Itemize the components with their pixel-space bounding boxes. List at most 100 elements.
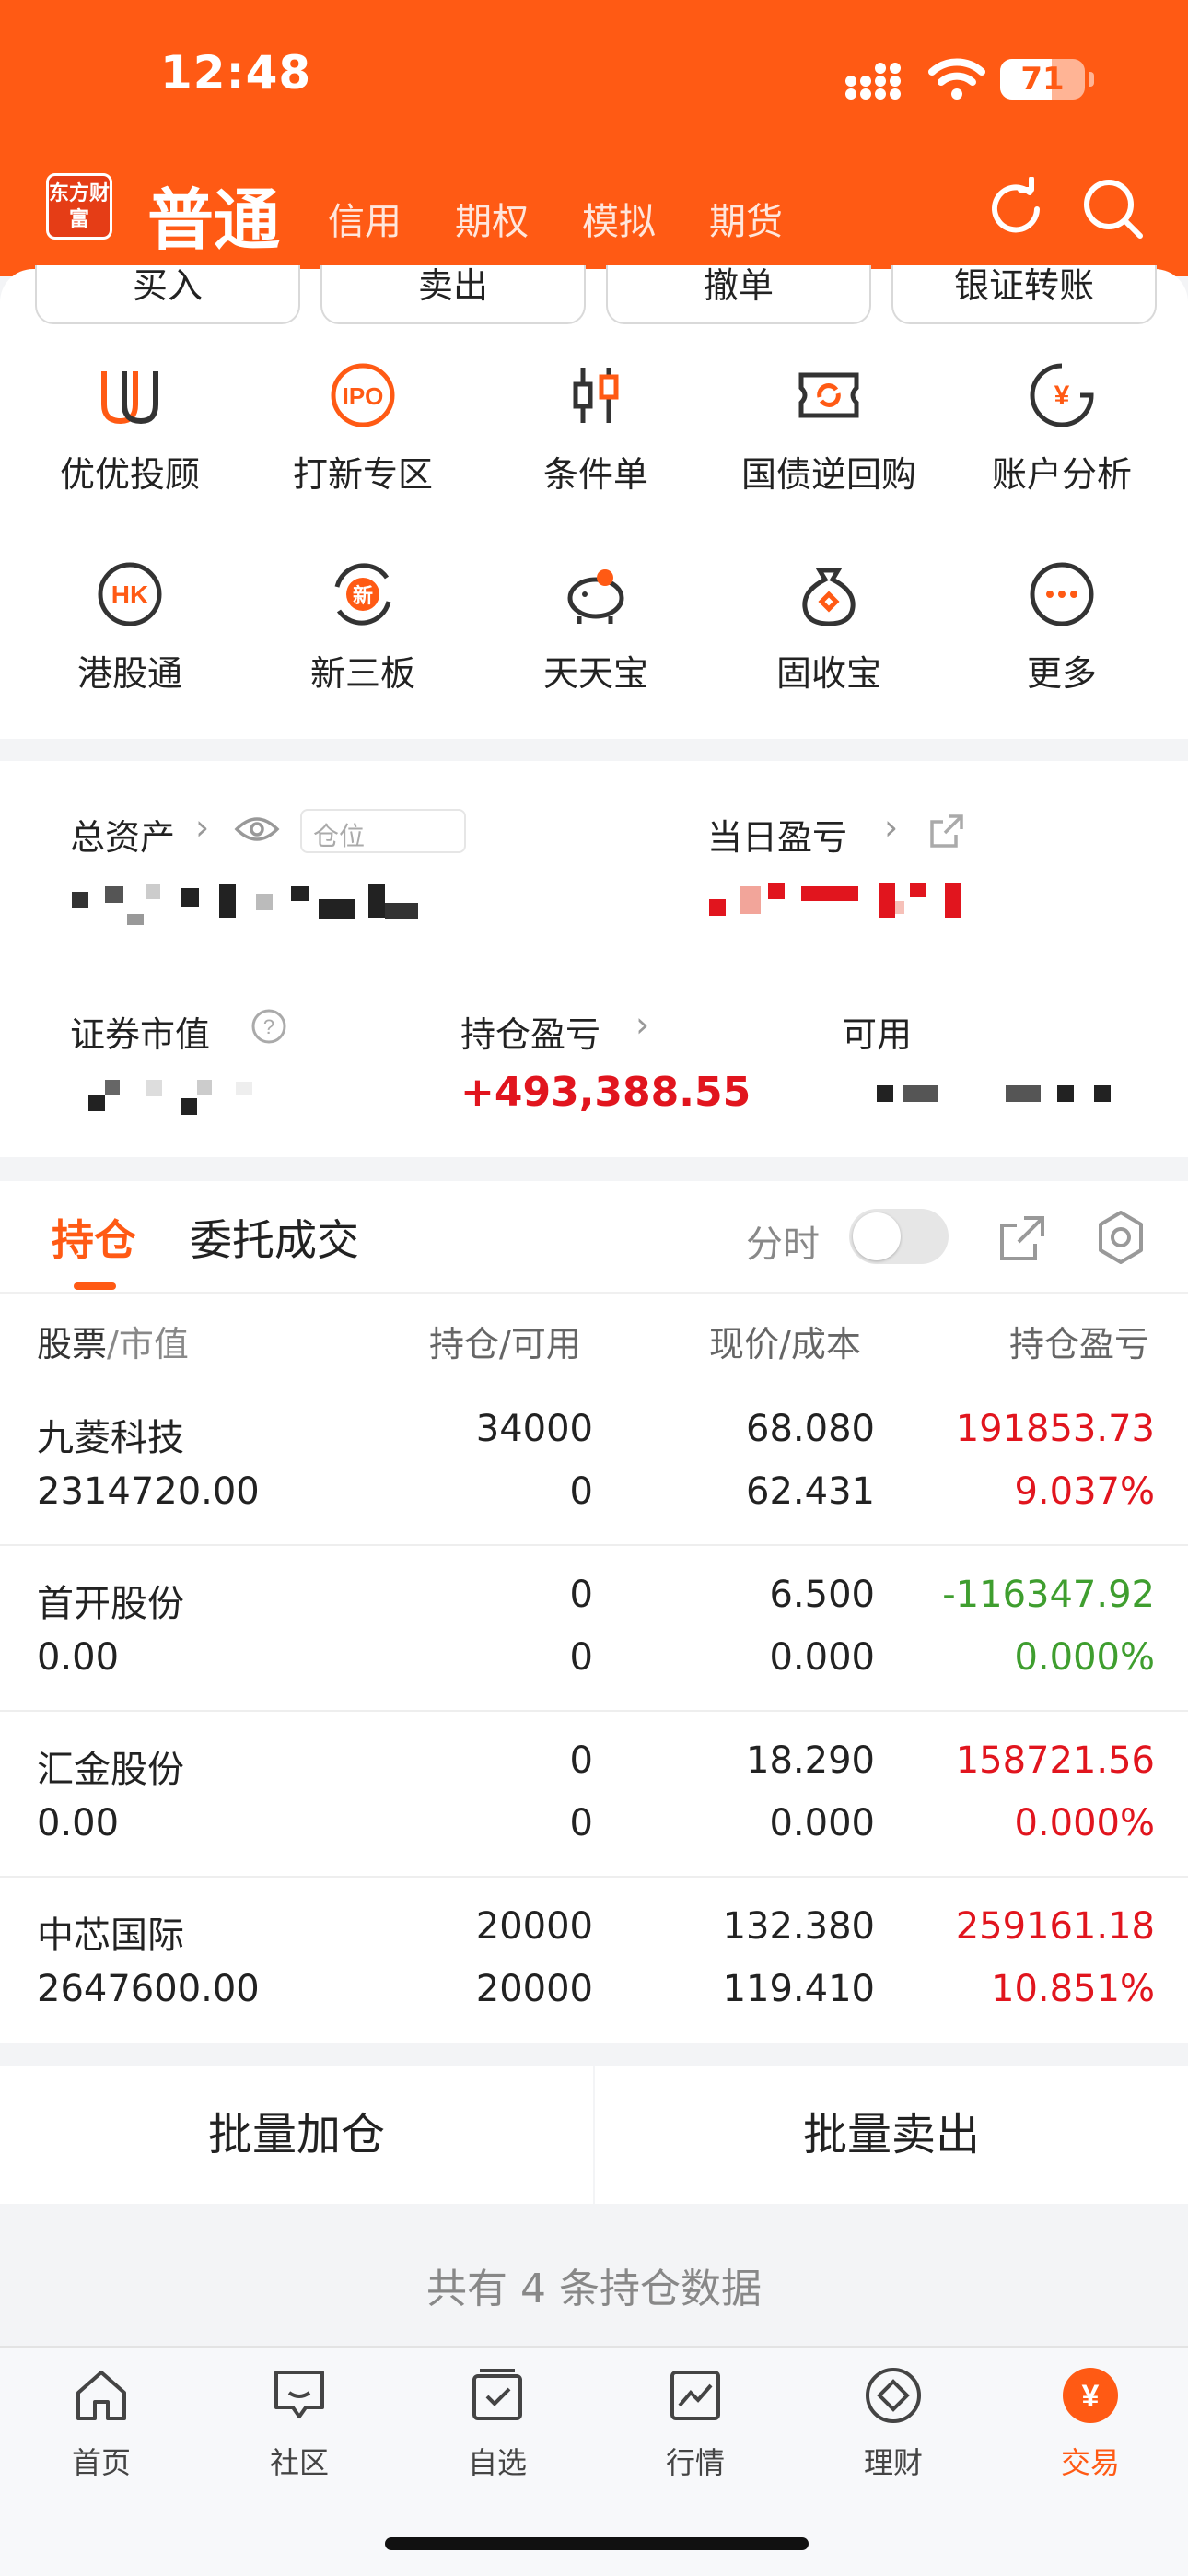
- sell-button[interactable]: 卖出: [320, 265, 586, 324]
- col-header-price: 现价/成本: [709, 1324, 861, 1364]
- feature-reverse-repo[interactable]: 国债逆回购: [710, 354, 948, 497]
- feature-label: 固收宝: [775, 653, 881, 694]
- holding-pl-pct: 9.037%: [1014, 1470, 1155, 1513]
- tab-orders-trades[interactable]: 委托成交: [190, 1207, 359, 1268]
- batch-sell-button[interactable]: 批量卖出: [595, 2066, 1188, 2204]
- table-row[interactable]: 中芯国际 2647600.00 20000 20000 132.380 119.…: [0, 1878, 1188, 2043]
- feature-ipo[interactable]: IPO 打新专区: [244, 354, 482, 497]
- settings-gear-icon[interactable]: [1092, 1209, 1149, 1270]
- feature-label: 更多: [1026, 653, 1097, 694]
- feature-label: 港股通: [76, 653, 182, 694]
- tab-market[interactable]: 行情: [622, 2359, 769, 2482]
- chat-icon: [226, 2359, 373, 2432]
- feature-label: 打新专区: [292, 454, 433, 495]
- stock-name: 首开股份: [37, 1583, 184, 1625]
- piggy-bank-icon: [477, 553, 715, 636]
- table-row[interactable]: 首开股份 0.00 0 0 6.500 0.000 -116347.92 0.0…: [0, 1546, 1188, 1712]
- svg-text:?: ?: [263, 1015, 274, 1038]
- position-label: 仓位: [313, 821, 366, 851]
- yuan-trade-icon: ¥: [1017, 2359, 1164, 2432]
- cost-price: 62.431: [746, 1470, 875, 1513]
- chevron-right-icon: ›: [884, 807, 899, 848]
- market-value: 0.00: [37, 1802, 120, 1844]
- feature-label: 账户分析: [991, 454, 1132, 495]
- feature-new-third-board[interactable]: 新 新三板: [244, 553, 482, 696]
- market-value: 2314720.00: [37, 1470, 260, 1513]
- total-assets-label[interactable]: 总资产: [70, 809, 175, 860]
- search-icon[interactable]: [1081, 177, 1146, 245]
- share-icon[interactable]: [996, 1212, 1048, 1268]
- wealth-icon: [820, 2359, 967, 2432]
- feature-label: 优优投顾: [59, 454, 200, 495]
- market-value: 2647600.00: [37, 1968, 260, 2010]
- feature-label: 国债逆回购: [740, 454, 916, 495]
- svg-text:新: 新: [353, 584, 373, 608]
- money-bag-icon: [710, 553, 948, 636]
- feature-account-analysis[interactable]: ¥ 账户分析: [943, 354, 1181, 497]
- tab-community[interactable]: 社区: [226, 2359, 373, 2482]
- account-tab-simulated[interactable]: 模拟: [582, 192, 656, 245]
- available-label: 可用: [842, 1014, 913, 1055]
- account-tab-normal[interactable]: 普通: [147, 166, 280, 263]
- eye-icon[interactable]: [234, 811, 280, 851]
- holding-pl: 191853.73: [955, 1408, 1155, 1450]
- daily-pl-label[interactable]: 当日盈亏: [707, 809, 847, 860]
- holding-pl-value: +493,388.55: [460, 1069, 751, 1116]
- svg-text:HK: HK: [111, 580, 148, 609]
- ipo-icon: IPO: [244, 354, 482, 437]
- intraday-toggle[interactable]: [849, 1209, 949, 1264]
- battery-level: 71: [1020, 61, 1065, 98]
- refresh-icon[interactable]: [984, 176, 1048, 245]
- cancel-order-button[interactable]: 撤单: [606, 265, 871, 324]
- available-qty: 20000: [475, 1968, 593, 2010]
- holding-pl-pct: 0.000%: [1014, 1802, 1155, 1844]
- feature-advisor[interactable]: 优优投顾: [11, 354, 249, 497]
- tab-wealth[interactable]: 理财: [820, 2359, 967, 2482]
- holding-pl: -116347.92: [942, 1574, 1155, 1616]
- account-tab-options[interactable]: 期权: [455, 192, 529, 245]
- table-row[interactable]: 九菱科技 2314720.00 34000 0 68.080 62.431 19…: [0, 1380, 1188, 1546]
- account-tab-futures[interactable]: 期货: [709, 192, 783, 245]
- new-board-icon: 新: [244, 553, 482, 636]
- home-icon: [28, 2359, 175, 2432]
- feature-hk-connect[interactable]: HK 港股通: [11, 553, 249, 696]
- feature-more[interactable]: 更多: [943, 553, 1181, 696]
- tab-trade[interactable]: ¥ 交易: [1017, 2359, 1164, 2482]
- battery-indicator: 71: [1000, 59, 1085, 100]
- holding-qty: 0: [569, 1574, 593, 1616]
- tab-label: 理财: [863, 2445, 923, 2480]
- tab-home[interactable]: 首页: [28, 2359, 175, 2482]
- position-ratio-badge[interactable]: 仓位: [300, 809, 466, 853]
- feature-fixed-income[interactable]: 固收宝: [710, 553, 948, 696]
- more-icon: [943, 553, 1181, 636]
- external-link-icon[interactable]: [928, 813, 965, 853]
- tab-label: 行情: [665, 2445, 725, 2480]
- tab-indicator: [74, 1282, 116, 1290]
- feature-conditional-order[interactable]: 条件单: [477, 354, 715, 497]
- bank-transfer-button[interactable]: 银证转账: [891, 265, 1157, 324]
- market-value-label: 证券市值: [70, 1014, 211, 1055]
- tab-watchlist[interactable]: 自选: [424, 2359, 571, 2482]
- batch-add-button[interactable]: 批量加仓: [0, 2066, 593, 2204]
- divider: [0, 1292, 1188, 1294]
- help-icon[interactable]: ?: [250, 1008, 287, 1048]
- table-row[interactable]: 汇金股份 0.00 0 0 18.290 0.000 158721.56 0.0…: [0, 1712, 1188, 1878]
- intraday-label: 分时: [746, 1224, 820, 1266]
- holding-pl-label[interactable]: 持仓盈亏: [460, 1006, 600, 1057]
- market-value: 0.00: [37, 1636, 120, 1679]
- tab-label: 自选: [467, 2445, 527, 2480]
- status-time: 12:48: [160, 46, 312, 100]
- wifi-icon: [928, 57, 985, 105]
- tab-positions[interactable]: 持仓: [52, 1207, 136, 1268]
- tab-label: 交易: [1060, 2445, 1120, 2480]
- cost-price: 0.000: [769, 1636, 875, 1679]
- holding-qty: 20000: [475, 1905, 593, 1948]
- feature-label: 天天宝: [542, 653, 648, 694]
- stock-name: 汇金股份: [37, 1749, 184, 1791]
- buy-button[interactable]: 买入: [35, 265, 300, 324]
- feature-tiantianbao[interactable]: 天天宝: [477, 553, 715, 696]
- account-tab-credit[interactable]: 信用: [328, 192, 402, 245]
- candlestick-icon: [477, 354, 715, 437]
- watchlist-icon: [424, 2359, 571, 2432]
- daily-pl-value-masked: [709, 883, 976, 919]
